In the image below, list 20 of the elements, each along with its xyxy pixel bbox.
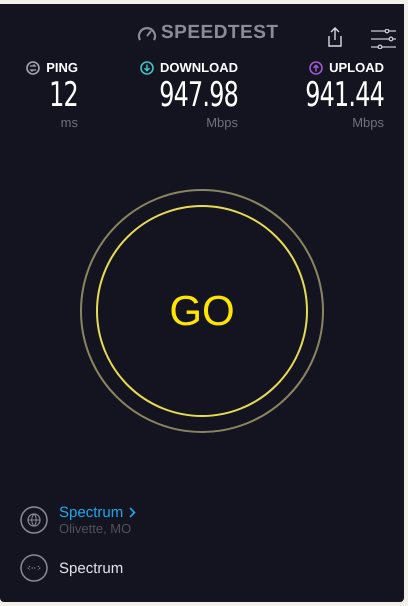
- gauge-icon: [137, 24, 157, 42]
- metric-value: 941.44: [305, 75, 384, 115]
- provider-name: Spectrum: [59, 560, 124, 576]
- share-icon[interactable]: [326, 26, 344, 48]
- server-location: Olivette, MO: [59, 521, 132, 536]
- connection-icon: [20, 554, 48, 582]
- metric-value: 947.98: [159, 75, 238, 115]
- metric-value: 12: [49, 75, 78, 115]
- metric-label: DOWNLOAD: [160, 60, 238, 75]
- settings-icon[interactable]: [371, 29, 396, 49]
- metric-unit: Mbps: [206, 115, 238, 130]
- metric-label: PING: [46, 60, 78, 75]
- chevron-icon: [129, 507, 136, 518]
- metric-label: UPLOAD: [329, 60, 384, 75]
- go-button[interactable]: GO: [96, 205, 308, 417]
- globe-icon: [20, 506, 48, 534]
- server-link[interactable]: Spectrum: [59, 504, 136, 521]
- metric-unit: ms: [60, 115, 78, 130]
- metric-unit: Mbps: [352, 115, 384, 130]
- logo-text: SPEEDTEST: [161, 22, 278, 44]
